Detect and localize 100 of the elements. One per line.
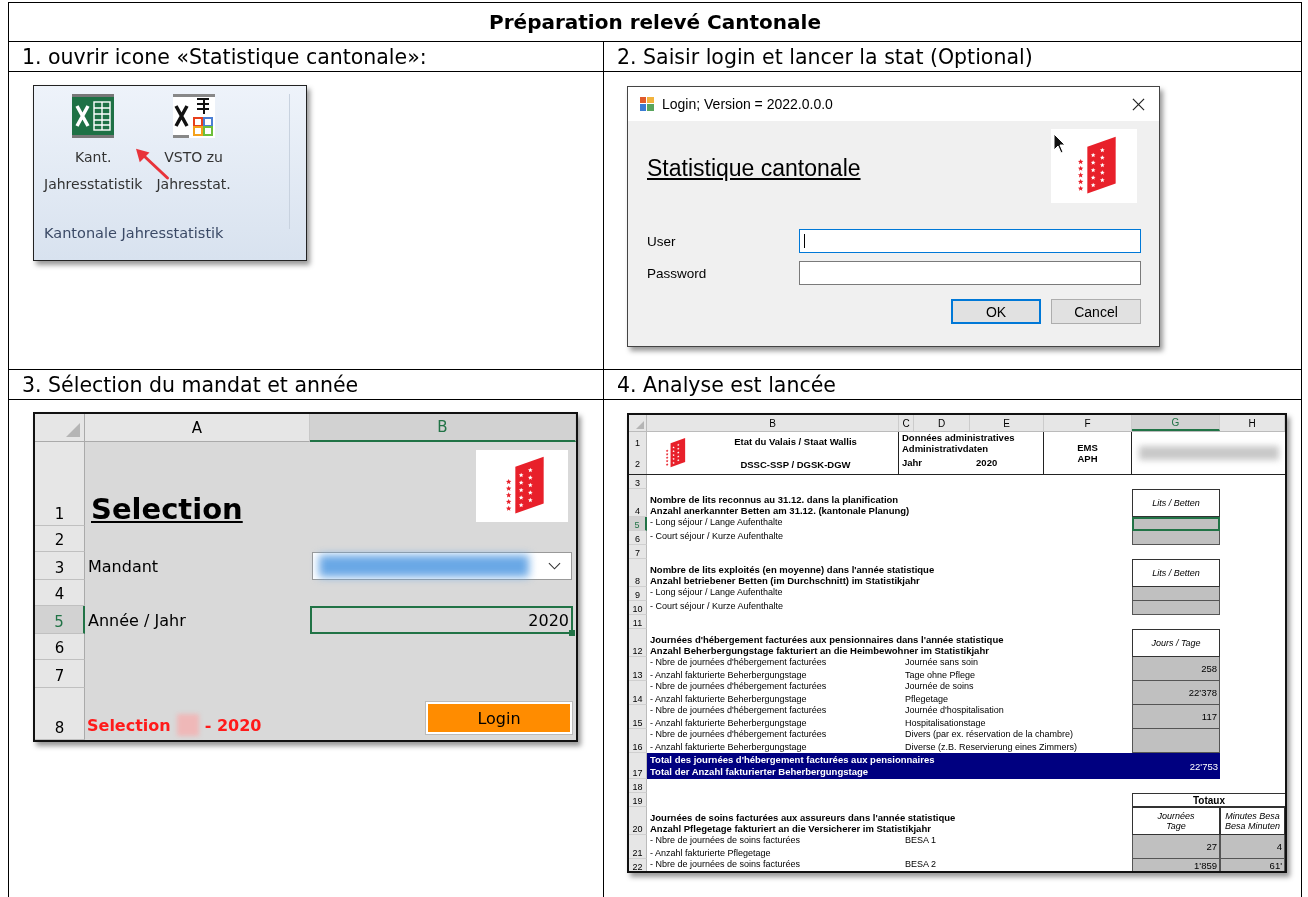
row-header[interactable]: 3 — [629, 475, 647, 489]
column-header[interactable]: H — [1220, 415, 1285, 431]
step-label: 1. ouvrir icone «Statistique cantonale»: — [9, 42, 603, 72]
row-header[interactable]: 8 — [629, 559, 647, 587]
section-title: Nombre de lits reconnus au 31.12. dans la planification — [650, 494, 900, 505]
chevron-down-icon — [548, 562, 561, 570]
input-cell[interactable]: 1'859 — [1132, 859, 1220, 871]
field-label: Année / Jahr — [87, 610, 186, 630]
row-header[interactable]: 7 — [629, 545, 647, 559]
row-header[interactable]: 7 — [35, 660, 85, 688]
row-header[interactable]: 20 — [629, 807, 647, 835]
step-label: 4. Analyse est lancée — [603, 369, 1301, 400]
row-label: - Nbre de journées de soins facturées — [650, 859, 802, 870]
section-title: Anzahl anerkannter Betten am 31.12. (kantonale Planung) — [650, 505, 911, 516]
row-header[interactable]: 5 — [629, 517, 647, 531]
row-header[interactable]: 10 — [629, 601, 647, 615]
row-header[interactable]: 21 — [629, 835, 647, 859]
input-field[interactable] — [799, 261, 1141, 285]
section-title: Nombre de lits exploités (en moyenne) dans l'année statistique — [650, 564, 936, 575]
column-header[interactable]: B — [310, 414, 576, 442]
row-header[interactable]: 11 — [629, 615, 647, 629]
row-label: Journée de soins — [905, 681, 975, 692]
total-label: Total der Anzahl fakturierter Beherbergungstage — [650, 766, 869, 778]
input-cell[interactable]: 61' — [1220, 859, 1285, 871]
input-cell[interactable] — [1132, 601, 1220, 615]
row-header[interactable]: 4 — [35, 580, 85, 606]
login-button[interactable]: Login — [426, 702, 572, 734]
input-cell[interactable] — [1132, 729, 1220, 753]
section-title: Anzahl Beherbergungstage fakturiert an die Heimbewohner im Statistikjahr — [650, 645, 990, 656]
row-label: - Court séjour / Kurze Aufenthalte — [650, 531, 785, 542]
blurred-block — [176, 714, 199, 736]
header-text: DSSC-SSP / DGSK-DGW — [740, 459, 851, 470]
group-header-cell: Totaux — [1132, 793, 1285, 807]
row-header[interactable]: 6 — [629, 531, 647, 545]
status-text: Selection — [87, 715, 171, 735]
input-cell[interactable] — [1132, 531, 1220, 545]
row-header[interactable]: 3 — [35, 552, 85, 580]
dialog-heading: Statistique cantonale — [647, 155, 861, 182]
row-header[interactable]: 2 — [35, 526, 85, 552]
input-cell[interactable]: 22'378 — [1132, 681, 1220, 705]
spreadsheet-addin-icon — [172, 94, 215, 138]
column-title-cell: Lits / Betten — [1132, 489, 1220, 517]
column-header[interactable]: G — [1132, 415, 1220, 431]
table-title: Préparation relevé Cantonale — [9, 3, 1301, 42]
column-header[interactable]: B — [647, 415, 899, 431]
input-cell[interactable]: 258 — [1132, 657, 1220, 681]
section-title: Journées de soins facturées aux assureurs dans l'année statistique — [650, 812, 957, 823]
row-header[interactable]: 16 — [629, 729, 647, 753]
row-header[interactable]: 5 — [35, 606, 85, 634]
year-cell[interactable]: 2020 — [310, 606, 573, 634]
total-label: Total des journées d'hébergement facturées aux pensionnaires — [650, 754, 935, 766]
row-header[interactable]: 1 — [629, 432, 647, 453]
row-header[interactable]: 9 — [629, 587, 647, 601]
row-label: - Anzahl fakturierte Beherbergungstage — [650, 670, 808, 681]
column-header[interactable]: A — [85, 414, 310, 442]
dialog-button[interactable]: Cancel — [1051, 299, 1141, 324]
row-label: - Long séjour / Lange Aufenthalte — [650, 587, 784, 598]
input-field[interactable] — [799, 229, 1141, 253]
dialog-button[interactable]: OK — [951, 299, 1041, 324]
spreadsheet-icon — [72, 94, 115, 138]
close-icon[interactable] — [1132, 97, 1145, 111]
column-title-cell: Jours / Tage — [1132, 629, 1220, 657]
field-label: Mandant — [87, 556, 159, 576]
row-header[interactable]: 6 — [35, 634, 85, 660]
row-header[interactable]: 18 — [629, 779, 647, 793]
step-label: 3. Sélection du mandat et année — [9, 369, 603, 400]
field-label: User — [647, 233, 677, 249]
app-icon — [640, 97, 654, 111]
row-header[interactable]: 17 — [629, 753, 647, 779]
row-label: - Anzahl fakturierte Beherbergungstage — [650, 718, 808, 729]
row-header[interactable]: 13 — [629, 657, 647, 681]
row-label: BESA 2 — [905, 859, 938, 870]
input-cell[interactable]: 27 — [1132, 835, 1220, 859]
column-header[interactable]: E — [970, 415, 1044, 431]
row-header[interactable]: 2 — [629, 453, 647, 474]
group-label: Kantonale Jahresstatistik — [44, 225, 225, 241]
row-header[interactable]: 12 — [629, 629, 647, 657]
dropdown[interactable] — [312, 552, 572, 580]
row-header[interactable]: 22 — [629, 859, 647, 871]
input-cell[interactable] — [1132, 517, 1220, 531]
row-header[interactable]: 1 — [35, 442, 85, 526]
input-cell[interactable] — [1132, 587, 1220, 601]
section-title: Anzahl Pflegetage fakturiert an die Versicherer im Statistikjahr — [650, 823, 932, 834]
row-label: Pflegetage — [905, 694, 950, 705]
row-header[interactable]: 4 — [629, 489, 647, 517]
row-header[interactable]: 8 — [35, 688, 85, 740]
row-header[interactable]: 19 — [629, 793, 647, 807]
header-text: Administrativdaten — [902, 443, 990, 454]
header-text: EMS — [1077, 442, 1098, 453]
row-header[interactable]: 15 — [629, 705, 647, 729]
row-label: - Anzahl fakturierte Pflegetage — [650, 848, 772, 859]
input-cell[interactable]: 4 — [1220, 835, 1285, 859]
input-cell[interactable]: 117 — [1132, 705, 1220, 729]
column-header[interactable]: D — [914, 415, 970, 431]
row-label: Tage ohne Pflege — [905, 670, 977, 681]
row-header[interactable]: 14 — [629, 681, 647, 705]
row-label: - Anzahl fakturierte Beherbergungstage — [650, 694, 808, 705]
row-label: - Nbre de journées de soins facturées — [650, 835, 802, 846]
column-header[interactable]: C — [899, 415, 914, 431]
header-text: Données administratives — [902, 432, 1016, 443]
